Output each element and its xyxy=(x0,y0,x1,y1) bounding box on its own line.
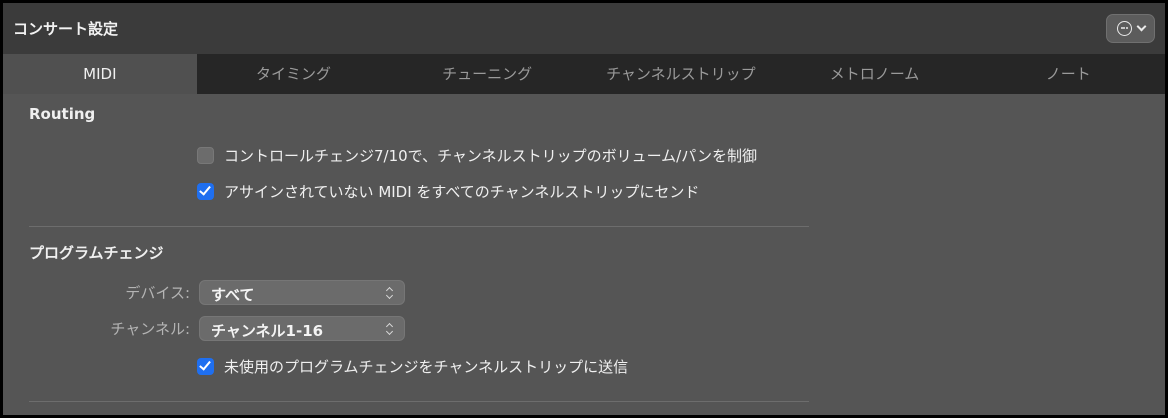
window-title: コンサート設定 xyxy=(13,20,119,38)
channel-popup-value: チャンネル1-16 xyxy=(211,322,324,340)
routing-section-title: Routing xyxy=(29,105,96,123)
tab-tuning[interactable]: チューニング xyxy=(390,54,584,94)
tab-channel-strip[interactable]: チャンネルストリップ xyxy=(584,54,778,94)
section-divider xyxy=(29,401,809,402)
cc-volume-pan-checkbox[interactable] xyxy=(197,146,214,164)
device-popup-value: すべて xyxy=(211,286,255,304)
chevron-up-down-icon xyxy=(385,322,395,336)
tab-timing[interactable]: タイミング xyxy=(197,54,391,94)
send-unassigned-midi-checkbox[interactable] xyxy=(197,182,214,200)
channel-popup[interactable]: チャンネル1-16 xyxy=(199,316,405,341)
send-unassigned-midi-option[interactable]: アサインされていない MIDI をすべてのチャンネルストリップにセンド xyxy=(197,181,699,201)
chevron-up-down-icon xyxy=(385,286,395,300)
send-unassigned-midi-label: アサインされていない MIDI をすべてのチャンネルストリップにセンド xyxy=(224,182,700,201)
send-unused-program-change-label: 未使用のプログラムチェンジをチャンネルストリップに送信 xyxy=(224,357,629,376)
tab-note[interactable]: ノート xyxy=(971,54,1165,94)
tab-bar: MIDI タイミング チューニング チャンネルストリップ メトロノーム ノート xyxy=(3,54,1165,94)
section-divider xyxy=(29,226,809,227)
title-bar: コンサート設定 xyxy=(3,3,1165,54)
tab-midi[interactable]: MIDI xyxy=(3,54,197,94)
more-options-button[interactable] xyxy=(1106,14,1155,43)
ellipsis-circle-icon xyxy=(1117,21,1132,36)
device-popup[interactable]: すべて xyxy=(199,280,405,305)
tab-metronome[interactable]: メトロノーム xyxy=(778,54,972,94)
send-unused-program-change-option[interactable]: 未使用のプログラムチェンジをチャンネルストリップに送信 xyxy=(197,356,628,376)
chevron-down-icon xyxy=(1136,21,1147,32)
cc-volume-pan-option[interactable]: コントロールチェンジ7/10で、チャンネルストリップのボリューム/パンを制御 xyxy=(197,145,757,165)
send-unused-program-change-checkbox[interactable] xyxy=(197,357,214,375)
concert-settings-window: コンサート設定 MIDI タイミング チューニング チャンネルストリップ メトロ… xyxy=(3,3,1165,415)
cc-volume-pan-label: コントロールチェンジ7/10で、チャンネルストリップのボリューム/パンを制御 xyxy=(224,146,757,165)
program-change-section-title: プログラムチェンジ xyxy=(29,244,164,262)
channel-label: チャンネル: xyxy=(110,320,190,338)
device-label: デバイス: xyxy=(125,284,190,302)
